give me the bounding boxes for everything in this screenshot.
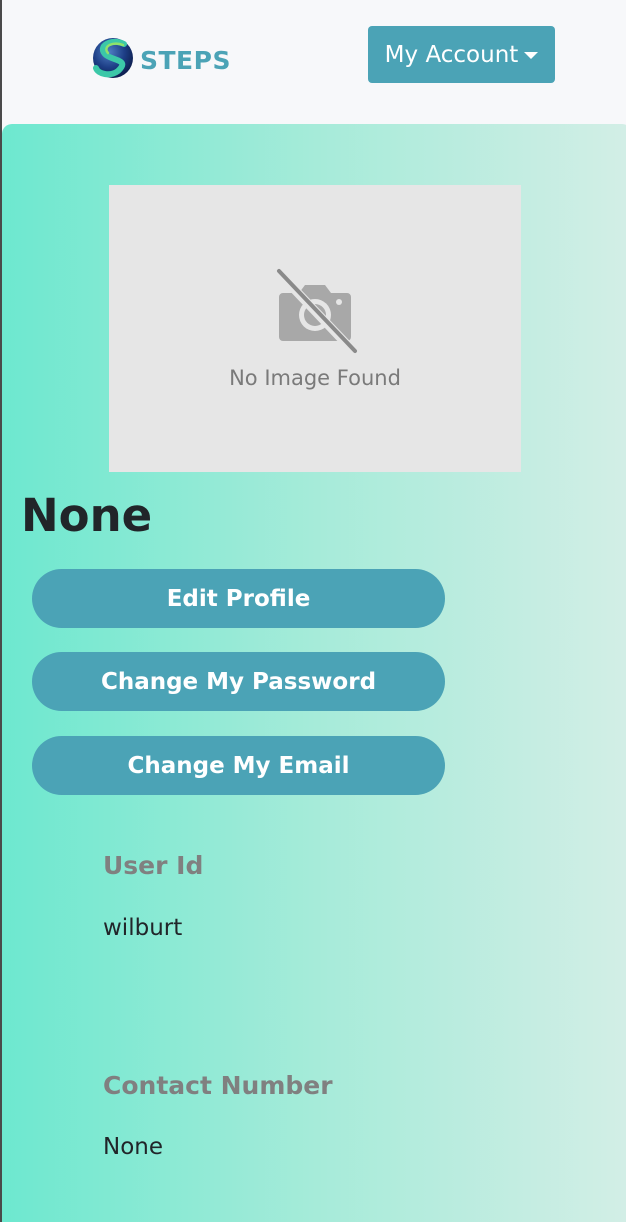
no-camera-icon xyxy=(272,267,359,357)
user-id-label: User Id xyxy=(103,851,204,880)
steps-logo-icon xyxy=(93,38,133,78)
user-id-value: wilburt xyxy=(103,915,183,941)
brand-name: STEPS xyxy=(140,45,231,75)
navbar: STEPS My Account xyxy=(2,0,626,106)
profile-name: None xyxy=(21,489,153,542)
my-account-dropdown-button[interactable]: My Account xyxy=(368,26,555,83)
caret-down-icon xyxy=(524,52,539,59)
brand-link[interactable]: STEPS xyxy=(90,36,231,80)
no-image-text: No Image Found xyxy=(229,366,401,390)
my-account-label: My Account xyxy=(384,41,519,68)
profile-card: No Image Found None Edit Profile Change … xyxy=(2,124,626,1222)
change-email-button[interactable]: Change My Email xyxy=(32,736,445,795)
profile-photo: No Image Found xyxy=(109,185,521,472)
edit-profile-button[interactable]: Edit Profile xyxy=(32,569,445,628)
contact-number-value: None xyxy=(103,1134,164,1160)
contact-number-label: Contact Number xyxy=(103,1071,333,1100)
change-password-button[interactable]: Change My Password xyxy=(32,652,445,711)
